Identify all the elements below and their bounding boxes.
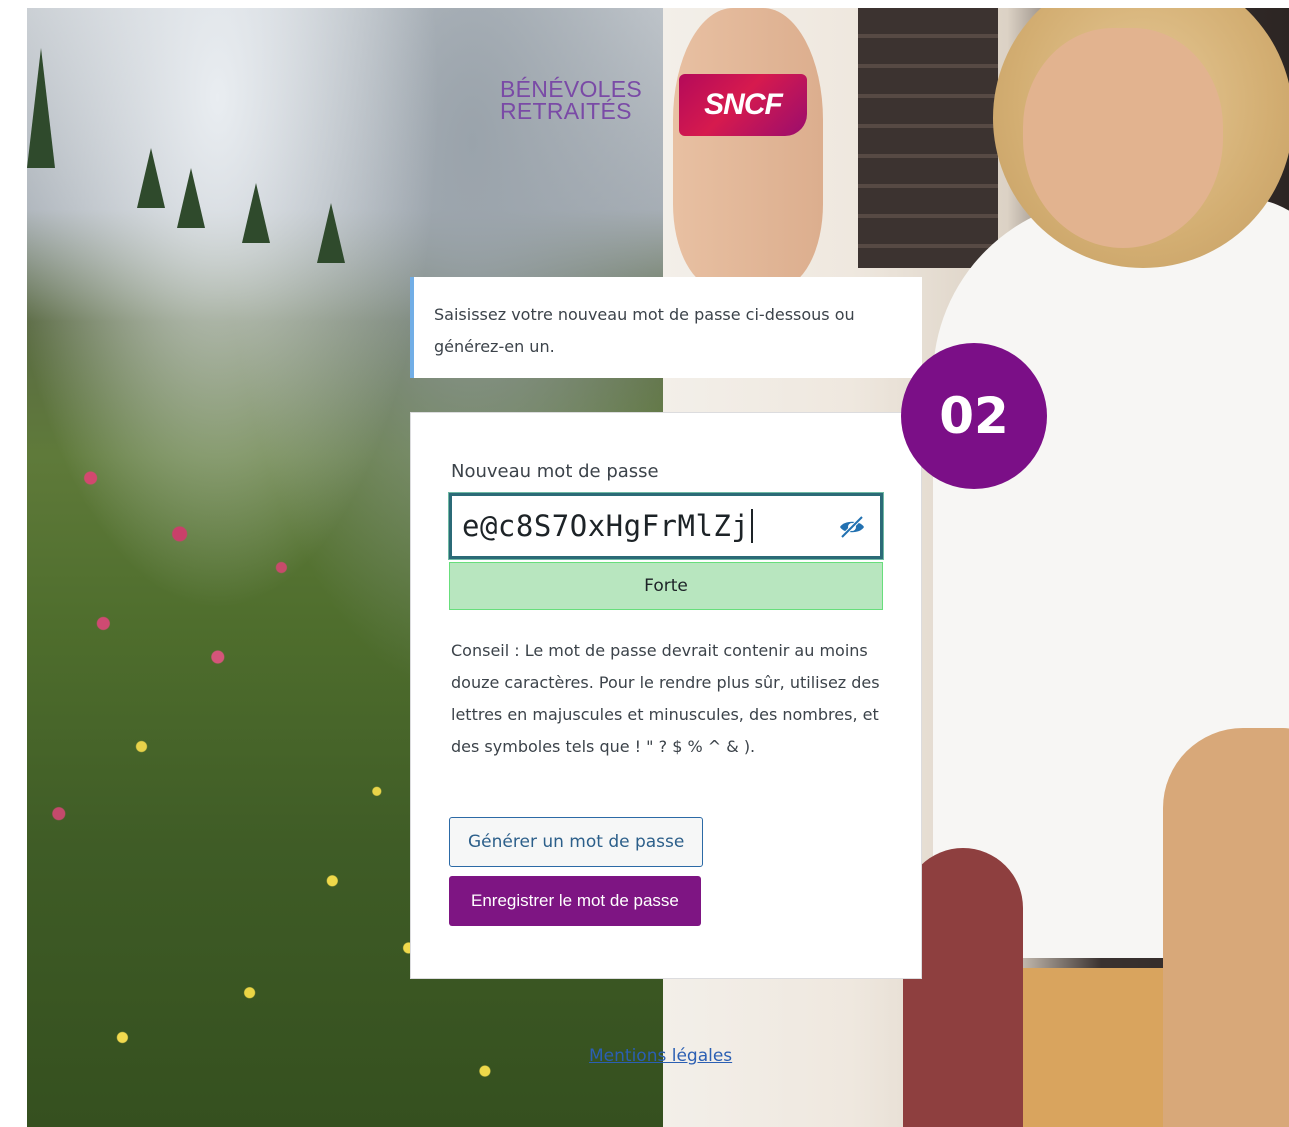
- reset-password-form: Nouveau mot de passe e@c8S7OxHgFrMlZj Fo…: [410, 412, 922, 979]
- text-caret: [751, 509, 754, 543]
- info-message: Saisissez votre nouveau mot de passe ci-…: [410, 277, 922, 378]
- generate-password-button[interactable]: Générer un mot de passe: [449, 817, 704, 867]
- password-value[interactable]: e@c8S7OxHgFrMlZj: [452, 509, 749, 543]
- tree: [177, 168, 205, 228]
- step-number-badge: 02: [901, 343, 1047, 489]
- save-password-button[interactable]: Enregistrer le mot de passe: [449, 876, 701, 926]
- brand-line-2: RETRAITÉS: [500, 98, 632, 124]
- legal-notice-link[interactable]: Mentions légales: [589, 1046, 732, 1066]
- password-hint: Conseil : Le mot de passe devrait conten…: [451, 641, 880, 756]
- brand-logo-text: BÉNÉVOLES RETRAITÉS: [500, 76, 643, 124]
- brand-line-1: BÉNÉVOLES: [500, 76, 643, 102]
- tree: [317, 203, 345, 263]
- password-input[interactable]: e@c8S7OxHgFrMlZj: [448, 492, 884, 560]
- password-label: Nouveau mot de passe: [451, 461, 659, 482]
- password-strength-indicator: Forte: [449, 562, 883, 610]
- tree: [242, 183, 270, 243]
- tree: [137, 148, 165, 208]
- sncf-logo: SNCF: [679, 74, 807, 136]
- tree: [27, 48, 55, 168]
- eye-slash-icon[interactable]: [838, 514, 866, 540]
